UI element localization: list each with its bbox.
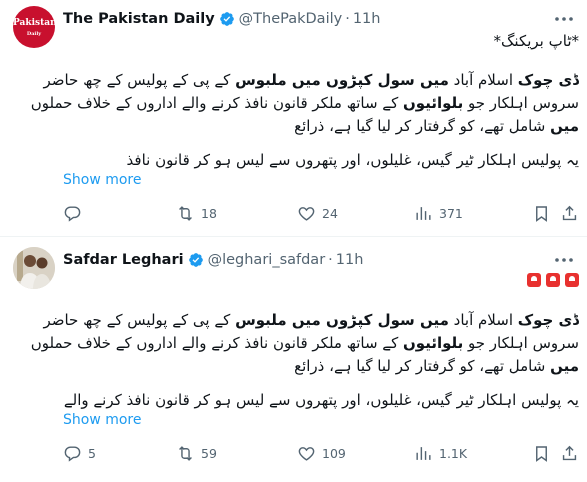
- tweet-actions: 5 59 109 1.1K: [60, 441, 580, 465]
- more-icon[interactable]: [553, 251, 575, 269]
- bookmark-button[interactable]: [532, 201, 551, 225]
- emoji-line: [58, 270, 579, 288]
- bookmark-icon: [536, 205, 547, 222]
- tweet-text-line: میں شامل تھے، کو گرفتار کر لیا گیا ہے، ذ…: [58, 117, 579, 135]
- display-name[interactable]: Safdar Leghari: [63, 252, 184, 268]
- bold-text-run: ڈی چوک: [517, 71, 579, 89]
- reply-icon: [64, 205, 81, 222]
- reply-button[interactable]: [63, 201, 88, 225]
- like-button[interactable]: 24: [297, 201, 338, 225]
- share-icon: [562, 205, 577, 220]
- repost-button[interactable]: 59: [176, 441, 217, 465]
- bold-text-run: میں سول کپڑوں میں ملبوس: [235, 311, 449, 329]
- text-run: کے ساتھ ملکر قانون نافذ کرنے والے اداروں…: [30, 94, 403, 112]
- tweet-text-line: یہ پولیس اہلکار ٹیر گیس، غلیلوں، اور پتھ…: [58, 391, 579, 409]
- tweet-text-line: ڈی چوک اسلام آباد میں سول کپڑوں میں ملبو…: [43, 311, 579, 329]
- like-count: 24: [322, 205, 338, 221]
- timestamp[interactable]: 11h: [353, 11, 381, 27]
- like-icon: [298, 206, 315, 221]
- tweet-text-line: سروس اہلکار جو بلوائیوں کے ساتھ ملکر قان…: [31, 334, 579, 352]
- views-count: 1.1K: [439, 445, 468, 461]
- repost-icon: [179, 205, 192, 221]
- verified-badge-icon: [188, 253, 203, 267]
- bold-text-run: ڈی چوک: [517, 311, 579, 329]
- tweet[interactable]: Safdar Leghari @leghari_safdar · 11h ڈی …: [0, 236, 587, 482]
- verified-badge-icon: [219, 12, 234, 26]
- text-run: یہ پولیس اہلکار ٹیر گیس، غلیلوں، اور پتھ…: [126, 151, 579, 169]
- text-run: کے پی کے پولیس کے چھ حاضر: [43, 71, 236, 89]
- tweet-text-line: *ٹاپ بریکنگ*: [58, 32, 580, 50]
- repost-count: 18: [201, 205, 217, 221]
- handle[interactable]: @leghari_safdar: [208, 252, 326, 268]
- text-run: سروس اہلکار جو: [463, 94, 579, 112]
- text-run: شامل تھے، کو گرفتار کر لیا گیا ہے، ذرائع: [294, 357, 551, 375]
- views-button[interactable]: 1.1K: [414, 441, 467, 465]
- handle[interactable]: @ThePakDaily: [239, 11, 343, 27]
- reply-button[interactable]: 5: [63, 441, 96, 465]
- tweet-header: Safdar Leghari @leghari_safdar · 11h: [63, 250, 363, 270]
- avatar[interactable]: [13, 247, 55, 289]
- tweet-text-line: میں شامل تھے، کو گرفتار کر لیا گیا ہے، ذ…: [58, 357, 579, 375]
- text-run: کے پی کے پولیس کے چھ حاضر: [43, 311, 236, 329]
- avatar-photo: [13, 247, 55, 289]
- text-run: اسلام آباد: [448, 311, 518, 329]
- display-name[interactable]: The Pakistan Daily: [63, 11, 215, 27]
- reply-icon: [64, 445, 81, 462]
- tweet-text-line: یہ پولیس اہلکار ٹیر گیس، غلیلوں، اور پتھ…: [58, 151, 579, 169]
- views-icon: [416, 446, 431, 460]
- avatar[interactable]: Pakistan Daily: [13, 6, 55, 48]
- timestamp[interactable]: 11h: [336, 252, 364, 268]
- separator: ·: [328, 252, 333, 268]
- like-count: 109: [322, 445, 346, 461]
- bookmark-button[interactable]: [532, 441, 551, 465]
- repost-button[interactable]: 18: [176, 201, 217, 225]
- bold-text-run: میں: [550, 357, 579, 375]
- text-run: شامل تھے، کو گرفتار کر لیا گیا ہے، ذرائع: [294, 117, 551, 135]
- views-icon: [416, 206, 431, 220]
- repost-count: 59: [201, 445, 217, 461]
- tweet-header: The Pakistan Daily @ThePakDaily · 11h: [63, 9, 380, 29]
- text-run: کے ساتھ ملکر قانون نافذ کرنے والے اداروں…: [30, 334, 403, 352]
- police-light-emoji: [565, 272, 579, 287]
- share-button[interactable]: [560, 441, 579, 465]
- text-run: سروس اہلکار جو: [463, 334, 579, 352]
- police-light-emoji: [546, 272, 560, 287]
- police-light-emoji: [527, 272, 541, 287]
- text-run: یہ پولیس اہلکار ٹیر گیس، غلیلوں، اور پتھ…: [63, 391, 579, 409]
- show-more-link[interactable]: Show more: [63, 412, 142, 428]
- tweet-text-line: سروس اہلکار جو بلوائیوں کے ساتھ ملکر قان…: [31, 94, 579, 112]
- tweet[interactable]: Pakistan Daily The Pakistan Daily @ThePa…: [0, 0, 587, 236]
- more-icon[interactable]: [553, 10, 575, 28]
- reply-count: 5: [88, 445, 96, 461]
- bold-text-run: بلوائیوں: [402, 334, 464, 352]
- bookmark-icon: [536, 445, 547, 462]
- text-run: *ٹاپ بریکنگ*: [493, 32, 580, 50]
- tweet-actions: 18 24 371: [60, 201, 580, 225]
- show-more-link[interactable]: Show more: [63, 172, 142, 188]
- avatar-logo-text: Pakistan: [13, 18, 55, 28]
- bold-text-run: بلوائیوں: [402, 94, 464, 112]
- bold-text-run: میں: [550, 117, 579, 135]
- views-count: 371: [439, 205, 463, 221]
- repost-icon: [179, 445, 192, 461]
- tweet-text-line: ڈی چوک اسلام آباد میں سول کپڑوں میں ملبو…: [43, 71, 579, 89]
- share-icon: [562, 445, 577, 460]
- separator: ·: [345, 11, 350, 27]
- share-button[interactable]: [560, 201, 579, 225]
- like-icon: [298, 446, 315, 461]
- views-button[interactable]: 371: [414, 201, 463, 225]
- text-run: اسلام آباد: [448, 71, 518, 89]
- like-button[interactable]: 109: [297, 441, 346, 465]
- avatar-logo-subtext: Daily: [26, 31, 42, 37]
- bold-text-run: میں سول کپڑوں میں ملبوس: [235, 71, 449, 89]
